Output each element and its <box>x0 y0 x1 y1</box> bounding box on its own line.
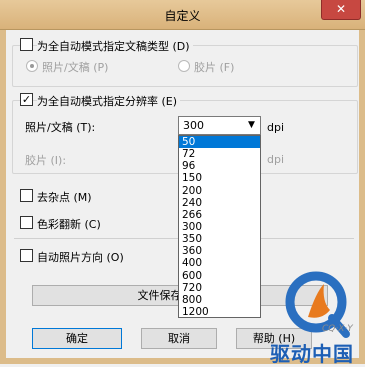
despeckle-label: 去杂点 (M) <box>37 191 92 204</box>
dropdown-option[interactable]: 150 <box>179 172 260 184</box>
film-resolution-unit: dpi <box>267 153 285 166</box>
dropdown-option[interactable]: 200 <box>179 185 260 197</box>
watermark-logo: CQ·X·Y 驱动中国 <box>270 262 363 366</box>
color-restore-label: 色彩翻新 (C) <box>37 218 101 231</box>
title-bar: 自定义 ✕ <box>0 0 365 30</box>
dropdown-option[interactable]: 96 <box>179 160 260 172</box>
resolution-label: 为全自动模式指定分辨率 (E) <box>37 93 181 109</box>
auto-orient-label: 自动照片方向 (O) <box>37 251 124 264</box>
ok-button[interactable]: 确定 <box>32 328 122 349</box>
resolution-checkbox[interactable]: ✓ <box>20 93 33 106</box>
close-button[interactable]: ✕ <box>321 0 361 20</box>
dropdown-option[interactable]: 400 <box>179 257 260 269</box>
doc-type-label: 为全自动模式指定文稿类型 (D) <box>37 38 193 54</box>
dropdown-option[interactable]: 720 <box>179 282 260 294</box>
photo-doc-radio[interactable] <box>26 60 38 72</box>
photo-doc-radio-label: 照片/文稿 (P) <box>42 61 109 74</box>
dropdown-option[interactable]: 350 <box>179 233 260 245</box>
dropdown-option[interactable]: 300 <box>179 221 260 233</box>
chevron-down-icon[interactable]: ▼ <box>245 119 258 132</box>
dropdown-option[interactable]: 800 <box>179 294 260 306</box>
dropdown-option[interactable]: 1200 <box>179 306 260 318</box>
watermark-text: 驱动中国 <box>270 342 354 366</box>
cancel-button[interactable]: 取消 <box>141 328 217 349</box>
color-restore-checkbox[interactable] <box>20 216 33 229</box>
watermark-sub: CQ·X·Y <box>322 324 353 334</box>
dropdown-option[interactable]: 266 <box>179 209 260 221</box>
film-resolution-label: 胶片 (I): <box>25 154 67 167</box>
photo-resolution-select[interactable]: 300 ▼ <box>178 116 261 135</box>
dropdown-option[interactable]: 360 <box>179 245 260 257</box>
dropdown-option[interactable]: 72 <box>179 148 260 160</box>
photo-resolution-unit: dpi <box>267 121 285 134</box>
photo-resolution-value: 300 <box>183 119 204 132</box>
dropdown-option[interactable]: 240 <box>179 197 260 209</box>
dropdown-option[interactable]: 600 <box>179 270 260 282</box>
auto-orient-checkbox[interactable] <box>20 249 33 262</box>
doc-type-checkbox[interactable] <box>20 38 33 51</box>
window-title: 自定义 <box>164 9 201 23</box>
resolution-dropdown-list[interactable]: 50 72 96 150 200 240 266 300 350 360 400… <box>178 135 261 318</box>
film-radio[interactable] <box>178 60 190 72</box>
photo-resolution-label: 照片/文稿 (T): <box>25 121 96 134</box>
dropdown-option[interactable]: 50 <box>179 136 260 149</box>
despeckle-checkbox[interactable] <box>20 189 33 202</box>
film-radio-label: 胶片 (F) <box>194 61 235 74</box>
